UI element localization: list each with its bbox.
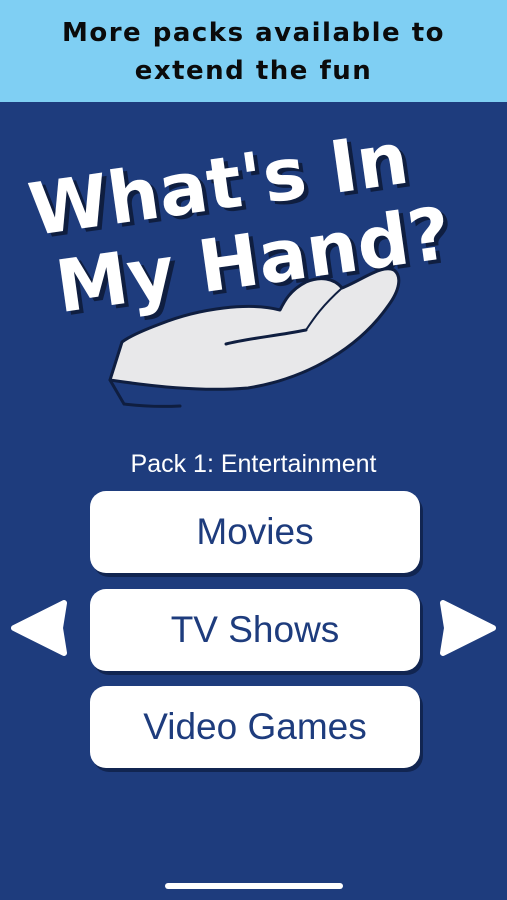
home-indicator[interactable] (165, 883, 343, 889)
more-packs-banner[interactable]: More packs available to extend the fun (0, 0, 507, 102)
movies-button-label: Movies (196, 511, 314, 552)
movies-button[interactable]: Movies (90, 491, 420, 573)
tv-shows-button-label: TV Shows (170, 609, 340, 650)
banner-line-1: More packs available to (61, 18, 446, 48)
previous-pack-arrow-icon[interactable] (8, 595, 70, 661)
banner-text: More packs available to extend the fun (0, 14, 507, 90)
banner-line-2: extend the fun (134, 56, 373, 86)
pack-label: Pack 1: Entertainment (130, 450, 377, 478)
open-palm-hand-icon (108, 267, 401, 408)
app-screen: More packs available to extend the fun W… (0, 0, 507, 900)
tv-shows-button[interactable]: TV Shows (90, 589, 420, 671)
video-games-button-label: Video Games (143, 706, 367, 747)
next-pack-arrow-icon[interactable] (437, 595, 499, 661)
video-games-button[interactable]: Video Games (90, 686, 420, 768)
